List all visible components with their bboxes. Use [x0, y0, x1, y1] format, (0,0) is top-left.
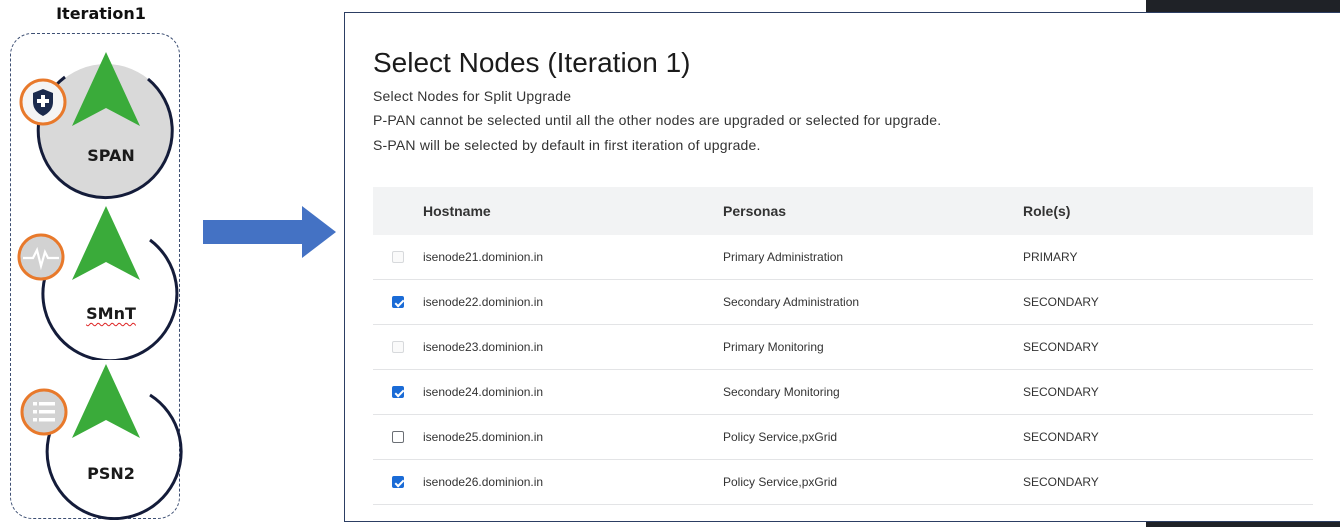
cell-role: SECONDARY — [1023, 295, 1099, 309]
cell-hostname: isenode21.dominion.in — [423, 250, 544, 264]
nodes-table: Hostname Personas Role(s) isenode21.domi… — [373, 187, 1313, 505]
table-row: isenode21.dominion.in Primary Administra… — [373, 235, 1313, 280]
table-row: isenode24.dominion.in Secondary Monitori… — [373, 370, 1313, 415]
cell-personas: Policy Service,pxGrid — [723, 430, 838, 444]
column-header-hostname[interactable]: Hostname — [423, 203, 723, 219]
cell-personas: Secondary Administration — [723, 295, 860, 309]
select-nodes-panel: Select Nodes (Iteration 1) Select Nodes … — [344, 12, 1340, 522]
row-checkbox[interactable] — [392, 386, 404, 398]
node-label-smnt: SMnT — [86, 304, 136, 323]
table-row: isenode25.dominion.in Policy Service,pxG… — [373, 415, 1313, 460]
node-label-psn2: PSN2 — [87, 464, 135, 483]
cell-hostname: isenode22.dominion.in — [423, 295, 544, 309]
cell-personas: Secondary Monitoring — [723, 385, 840, 399]
node-span-graphic — [19, 52, 174, 200]
cell-role: SECONDARY — [1023, 385, 1099, 399]
node-smnt: SMnT — [0, 200, 190, 360]
table-row: isenode23.dominion.in Primary Monitoring… — [373, 325, 1313, 370]
cell-role: SECONDARY — [1023, 430, 1099, 444]
column-header-roles[interactable]: Role(s) — [1023, 203, 1313, 219]
node-psn2-graphic — [20, 364, 183, 520]
cell-personas: Primary Administration — [723, 250, 844, 264]
cell-hostname: isenode25.dominion.in — [423, 430, 544, 444]
row-checkbox[interactable] — [392, 296, 404, 308]
cell-role: SECONDARY — [1023, 475, 1099, 489]
cell-role: SECONDARY — [1023, 340, 1099, 354]
row-checkbox — [392, 251, 404, 263]
panel-note-span: S-PAN will be selected by default in fir… — [373, 137, 761, 153]
row-checkbox — [392, 341, 404, 353]
node-label-span: SPAN — [87, 146, 135, 165]
row-checkbox[interactable] — [392, 476, 404, 488]
list-icon — [22, 390, 66, 434]
column-header-personas[interactable]: Personas — [723, 203, 1023, 219]
right-arrow-icon — [203, 206, 336, 258]
node-psn2: PSN2 — [0, 360, 190, 520]
table-row: isenode26.dominion.in Policy Service,pxG… — [373, 460, 1313, 505]
cell-personas: Policy Service,pxGrid — [723, 475, 838, 489]
cell-hostname: isenode24.dominion.in — [423, 385, 544, 399]
cell-hostname: isenode23.dominion.in — [423, 340, 544, 354]
table-row: isenode22.dominion.in Secondary Administ… — [373, 280, 1313, 325]
heartbeat-icon — [19, 235, 63, 279]
row-checkbox[interactable] — [392, 431, 404, 443]
table-header: Hostname Personas Role(s) — [373, 187, 1313, 235]
dark-window-edge — [1146, 0, 1340, 12]
iteration-title: Iteration1 — [56, 4, 146, 23]
cell-role: PRIMARY — [1023, 250, 1078, 264]
panel-subtitle: Select Nodes for Split Upgrade — [373, 88, 572, 104]
shield-plus-icon — [21, 80, 65, 124]
cell-hostname: isenode26.dominion.in — [423, 475, 544, 489]
cell-personas: Primary Monitoring — [723, 340, 824, 354]
node-smnt-graphic — [17, 206, 179, 360]
panel-note-ppan: P-PAN cannot be selected until all the o… — [373, 112, 942, 128]
page-title: Select Nodes (Iteration 1) — [373, 47, 691, 78]
node-span: SPAN — [0, 44, 190, 204]
